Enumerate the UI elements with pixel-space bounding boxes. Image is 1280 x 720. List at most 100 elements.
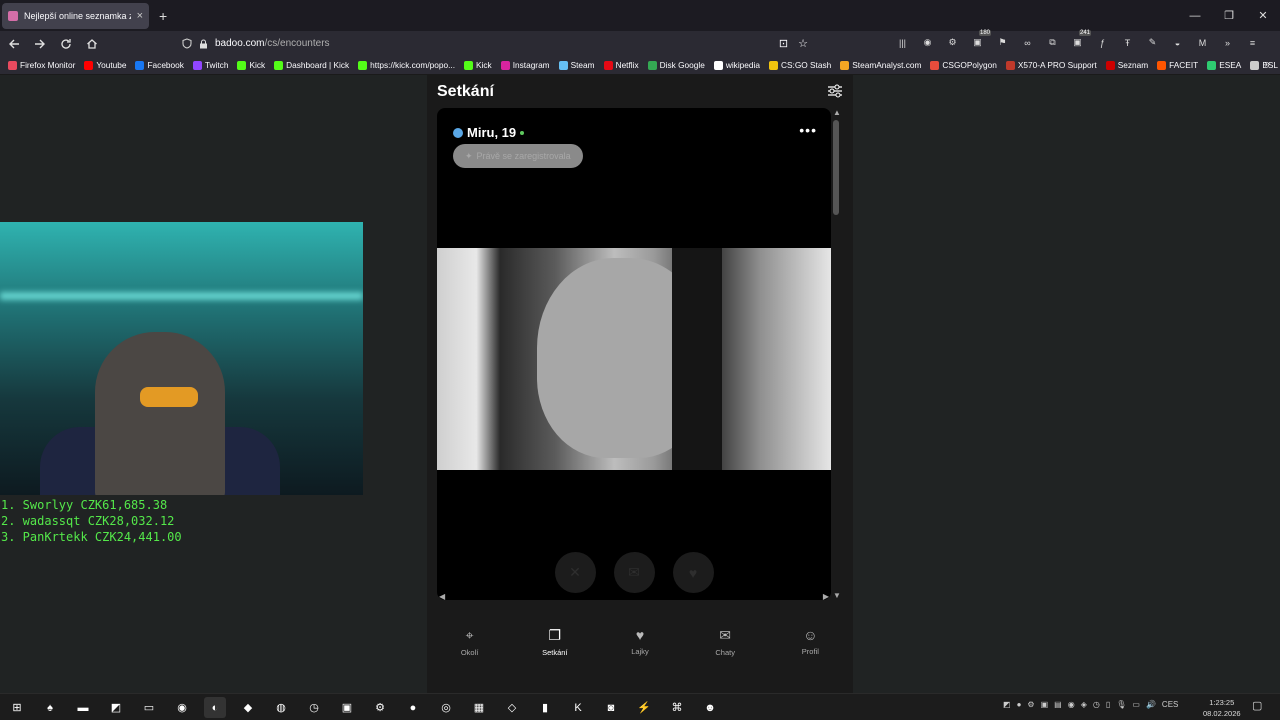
bookmark-item[interactable]: Youtube <box>84 60 126 70</box>
nav-chaty[interactable]: ✉ Chaty <box>695 627 755 657</box>
ext-t-icon[interactable]: Ŧ <box>1120 35 1135 50</box>
ext-glasses-icon[interactable]: ∞ <box>1020 35 1035 50</box>
tray-spotify-icon[interactable]: ◉ <box>1068 700 1075 709</box>
scrollbar-thumb[interactable] <box>833 120 839 215</box>
spotify-icon[interactable]: ◉ <box>171 697 193 718</box>
language-indicator[interactable]: CES <box>1162 700 1178 709</box>
url-bar[interactable]: badoo.com/cs/encounters ⊡ ☆ <box>178 33 814 54</box>
start-icon[interactable]: ⊞ <box>6 697 28 718</box>
tray-monitor-icon[interactable]: ▣ <box>1041 700 1049 709</box>
bookmark-star-icon[interactable]: ☆ <box>798 37 808 50</box>
minimize-button[interactable]: — <box>1178 0 1212 31</box>
tab-close-icon[interactable]: × <box>137 10 143 22</box>
app-icon-6[interactable]: ▮ <box>534 697 556 718</box>
app-icon-5[interactable]: ◇ <box>501 697 523 718</box>
bookmark-item[interactable]: https://kick.com/popo... <box>358 60 455 70</box>
app-icon-4[interactable]: ● <box>402 697 424 718</box>
tray-time-icon[interactable]: ◷ <box>1093 700 1100 709</box>
tray-steam-icon[interactable]: ⚙ <box>1027 700 1034 709</box>
nav-lajky[interactable]: ♥ Lajky <box>610 627 670 657</box>
file-explorer-icon[interactable]: ▬ <box>72 697 94 718</box>
ext-180-icon[interactable]: ▣ 180 <box>970 30 991 50</box>
bookmark-item[interactable]: Firefox Monitor <box>8 60 75 70</box>
bookmark-item[interactable]: FACEIT <box>1157 60 1198 70</box>
nav-okoli[interactable]: ⌖ Okolí <box>440 627 500 657</box>
bookmark-item[interactable]: SteamAnalyst.com <box>840 60 921 70</box>
back-button[interactable] <box>2 32 26 56</box>
terminal-icon[interactable]: ▭ <box>138 697 160 718</box>
tray-shield-icon[interactable]: ◈ <box>1081 700 1087 709</box>
ext-f-icon[interactable]: ƒ <box>1095 35 1110 50</box>
app-icon-1[interactable]: ♠ <box>39 697 61 718</box>
ext-cheese-icon[interactable]: ◒ <box>1170 35 1185 50</box>
tray-app2-icon[interactable]: ▤ <box>1054 700 1062 709</box>
app-icon-9[interactable]: ⌘ <box>666 697 688 718</box>
scroll-left-icon[interactable]: ◀ <box>439 592 445 600</box>
clock[interactable]: 1:23:25 08.02.2026 <box>1203 697 1241 719</box>
message-button[interactable]: ✉ <box>613 552 655 593</box>
bookmark-item[interactable]: Instagram <box>500 60 550 70</box>
nav-profil[interactable]: ☺ Profil <box>780 627 840 657</box>
restore-button[interactable]: ❐ <box>1212 0 1246 31</box>
tray-usb-icon[interactable]: ▯ <box>1106 700 1110 709</box>
nav-setkani[interactable]: ❐ Setkání <box>525 627 585 657</box>
volume-icon[interactable]: 🔊 <box>1146 700 1156 709</box>
app-icon-3[interactable]: ◍ <box>270 697 292 718</box>
steam-ext-icon[interactable]: ⚙ <box>945 35 960 50</box>
like-button[interactable]: ♥ <box>672 552 714 593</box>
nvidia-icon[interactable]: ◩ <box>105 697 127 718</box>
scroll-up-icon[interactable]: ▲ <box>833 108 841 117</box>
reader-view-icon[interactable]: ⊡ <box>779 37 788 50</box>
overflow-icon[interactable]: » <box>1220 35 1235 50</box>
home-button[interactable] <box>80 32 104 56</box>
tray-nvidia-icon[interactable]: ◩ <box>1003 700 1011 709</box>
ext-shield-icon[interactable]: ⚑ <box>995 35 1010 50</box>
app-icon-7[interactable]: ◙ <box>600 697 622 718</box>
account-icon[interactable]: ◉ <box>920 35 935 50</box>
profile-card[interactable]: Miru, 19 ••• ✦ Právě se zaregistrovala ✕… <box>437 108 831 600</box>
network-icon[interactable]: ▭ <box>1132 700 1140 709</box>
lock-icon[interactable] <box>199 39 208 49</box>
menu-icon[interactable]: ≡ <box>1245 35 1260 50</box>
bookmark-item[interactable]: Netflix <box>603 60 639 70</box>
bookmark-item[interactable]: Kick <box>464 60 492 70</box>
app-icon-2[interactable]: ◆ <box>237 697 259 718</box>
extensions-icon[interactable]: ⧉ <box>1045 35 1060 50</box>
bookmark-item[interactable]: CSGOPolygon <box>930 60 997 70</box>
kick-icon[interactable]: K <box>567 697 589 718</box>
discord-icon[interactable]: ☻ <box>699 697 721 718</box>
bookmarks-overflow-icon[interactable]: » <box>1264 59 1270 70</box>
bookmark-item[interactable]: Kick <box>237 60 265 70</box>
card-scrollbar[interactable]: ▲ ▼ <box>831 108 841 600</box>
scroll-down-icon[interactable]: ▼ <box>833 591 841 600</box>
new-tab-button[interactable]: + <box>159 8 167 24</box>
calculator-icon[interactable]: ▦ <box>468 697 490 718</box>
close-window-button[interactable]: ✕ <box>1246 0 1280 31</box>
filter-settings-icon[interactable] <box>827 84 843 101</box>
profile-photo[interactable] <box>437 248 831 470</box>
firefox-icon[interactable]: ◐ <box>204 697 226 718</box>
tray-app-icon[interactable]: ● <box>1017 700 1022 709</box>
reload-button[interactable] <box>54 32 78 56</box>
csgo-icon[interactable]: ◎ <box>435 697 457 718</box>
bookmark-item[interactable]: Twitch <box>192 60 228 70</box>
steam-icon[interactable]: ⚙ <box>369 697 391 718</box>
bookmark-item[interactable]: X570-A PRO Support <box>1005 60 1097 70</box>
ext-m-icon[interactable]: M <box>1195 35 1210 50</box>
notification-icon[interactable]: ▢ <box>1252 699 1262 712</box>
bookmark-item[interactable]: Disk Google <box>647 60 705 70</box>
dislike-button[interactable]: ✕ <box>554 552 596 593</box>
library-icon[interactable]: ||| <box>895 35 910 50</box>
app-icon-8[interactable]: ⚡ <box>633 697 655 718</box>
bookmark-item[interactable]: Seznam <box>1105 60 1148 70</box>
bookmark-item[interactable]: CS:GO Stash <box>768 60 831 70</box>
bookmark-item[interactable]: Steam <box>558 60 595 70</box>
bookmark-item[interactable]: Dashboard | Kick <box>274 60 349 70</box>
monitor-icon[interactable]: ▣ <box>336 697 358 718</box>
ext-pen-icon[interactable]: ✎ <box>1145 35 1160 50</box>
tracking-shield-icon[interactable] <box>182 38 192 49</box>
bookmark-item[interactable]: ESEA <box>1207 60 1241 70</box>
microphone-icon[interactable]: 🎙 <box>1116 700 1126 709</box>
more-options-icon[interactable]: ••• <box>799 122 817 138</box>
clock-app-icon[interactable]: ◷ <box>303 697 325 718</box>
